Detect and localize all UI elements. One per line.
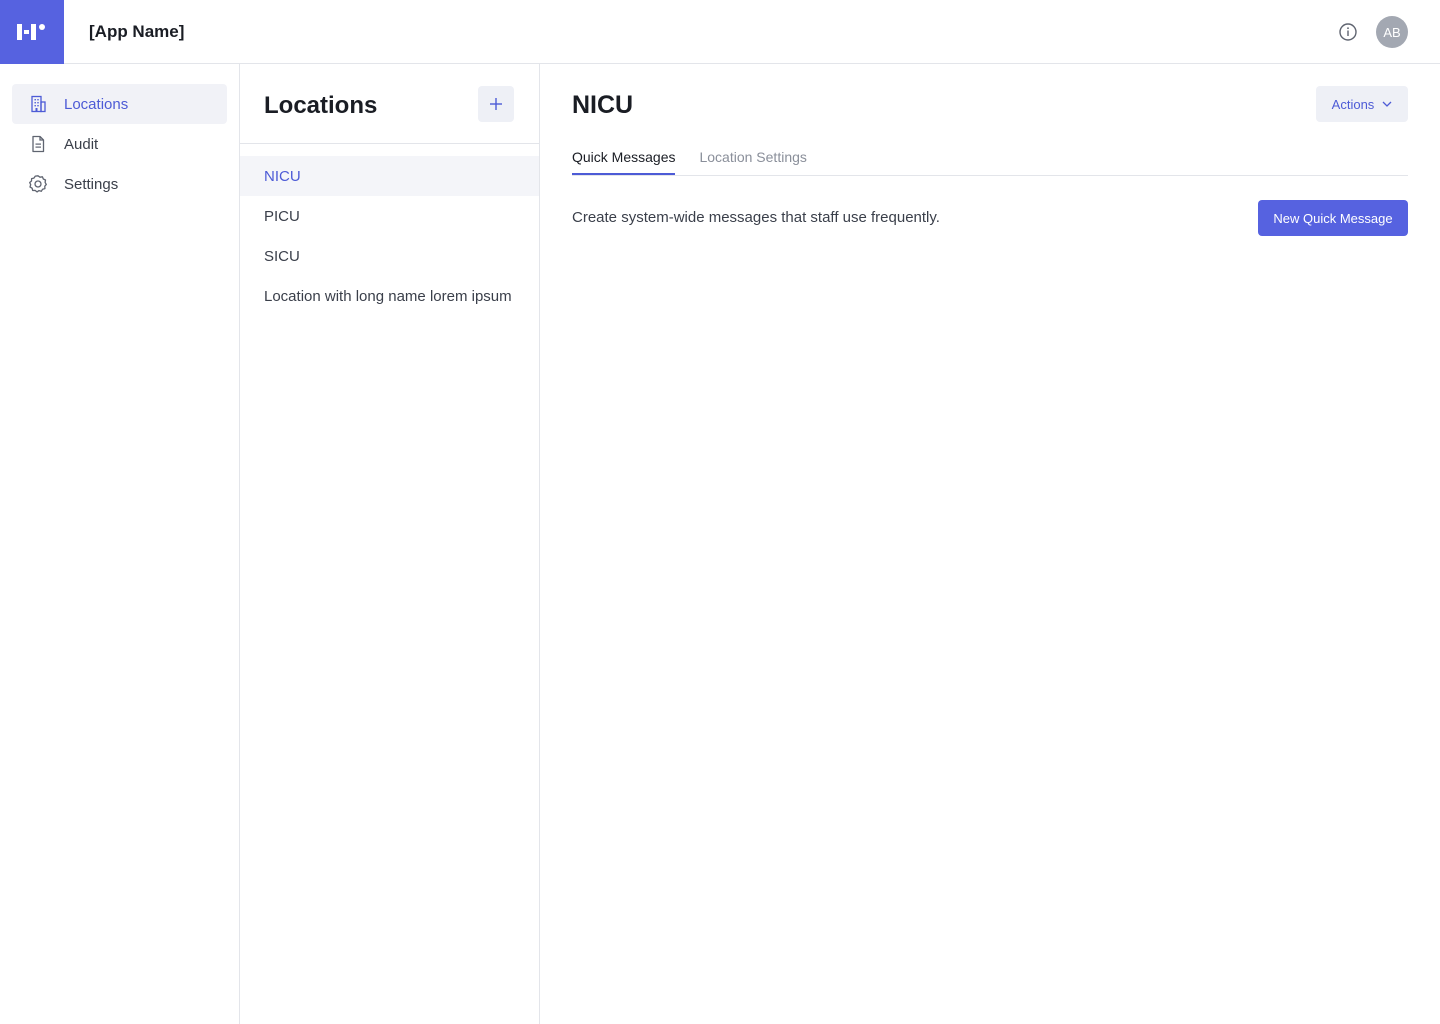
sidebar-item-settings[interactable]: Settings bbox=[12, 164, 227, 204]
top-bar: [App Name] AB bbox=[0, 0, 1440, 64]
sidebar-item-audit[interactable]: Audit bbox=[12, 124, 227, 164]
new-quick-message-button[interactable]: New Quick Message bbox=[1258, 200, 1408, 236]
sidebar-item-locations[interactable]: Locations bbox=[12, 84, 227, 124]
tab-label: Location Settings bbox=[699, 149, 807, 165]
list-item-label: NICU bbox=[264, 167, 301, 185]
list-item-label: SICU bbox=[264, 247, 300, 265]
list-item[interactable]: PICU bbox=[240, 196, 539, 236]
actions-dropdown-button[interactable]: Actions bbox=[1316, 86, 1408, 122]
building-icon bbox=[28, 94, 48, 114]
tab-bar: Quick Messages Location Settings bbox=[572, 150, 1408, 176]
list-item-label: PICU bbox=[264, 207, 300, 225]
sidebar-item-label: Locations bbox=[64, 95, 129, 113]
page-title: NICU bbox=[572, 91, 634, 119]
locations-panel-header: Locations bbox=[240, 64, 539, 144]
chevron-down-icon bbox=[1382, 101, 1392, 107]
sidebar-item-label: Settings bbox=[64, 175, 119, 193]
avatar-initials: AB bbox=[1383, 24, 1401, 40]
document-icon bbox=[28, 134, 48, 154]
info-circle-icon[interactable] bbox=[1336, 20, 1360, 44]
tab-description: Create system-wide messages that staff u… bbox=[572, 209, 940, 226]
gear-icon bbox=[28, 174, 48, 194]
locations-panel: Locations NICU PICU SICU Location with l… bbox=[240, 64, 540, 1024]
list-item[interactable]: Location with long name lorem ipsum bbox=[240, 276, 539, 316]
sidebar-item-label: Audit bbox=[64, 135, 99, 153]
plus-icon bbox=[490, 98, 502, 110]
tab-location-settings[interactable]: Location Settings bbox=[699, 150, 806, 175]
new-quick-message-label: New Quick Message bbox=[1273, 210, 1393, 226]
actions-button-label: Actions bbox=[1331, 96, 1375, 112]
add-location-button[interactable] bbox=[478, 86, 514, 122]
list-item-label: Location with long name lorem ipsum bbox=[264, 287, 512, 305]
brand-logo-icon[interactable] bbox=[0, 0, 64, 64]
list-item[interactable]: SICU bbox=[240, 236, 539, 276]
main-content: NICU Actions Quick Messages Location Set… bbox=[540, 64, 1440, 1024]
locations-list: NICU PICU SICU Location with long name l… bbox=[240, 144, 539, 316]
brand-logo-mark bbox=[17, 24, 45, 40]
tab-label: Quick Messages bbox=[572, 149, 676, 165]
tab-quick-messages[interactable]: Quick Messages bbox=[572, 149, 676, 175]
avatar[interactable]: AB bbox=[1376, 16, 1408, 48]
sidebar: Locations Audit Settings bbox=[0, 64, 240, 1024]
list-item[interactable]: NICU bbox=[240, 156, 539, 196]
locations-panel-title: Locations bbox=[264, 92, 378, 119]
app-name: [App Name] bbox=[89, 22, 185, 41]
